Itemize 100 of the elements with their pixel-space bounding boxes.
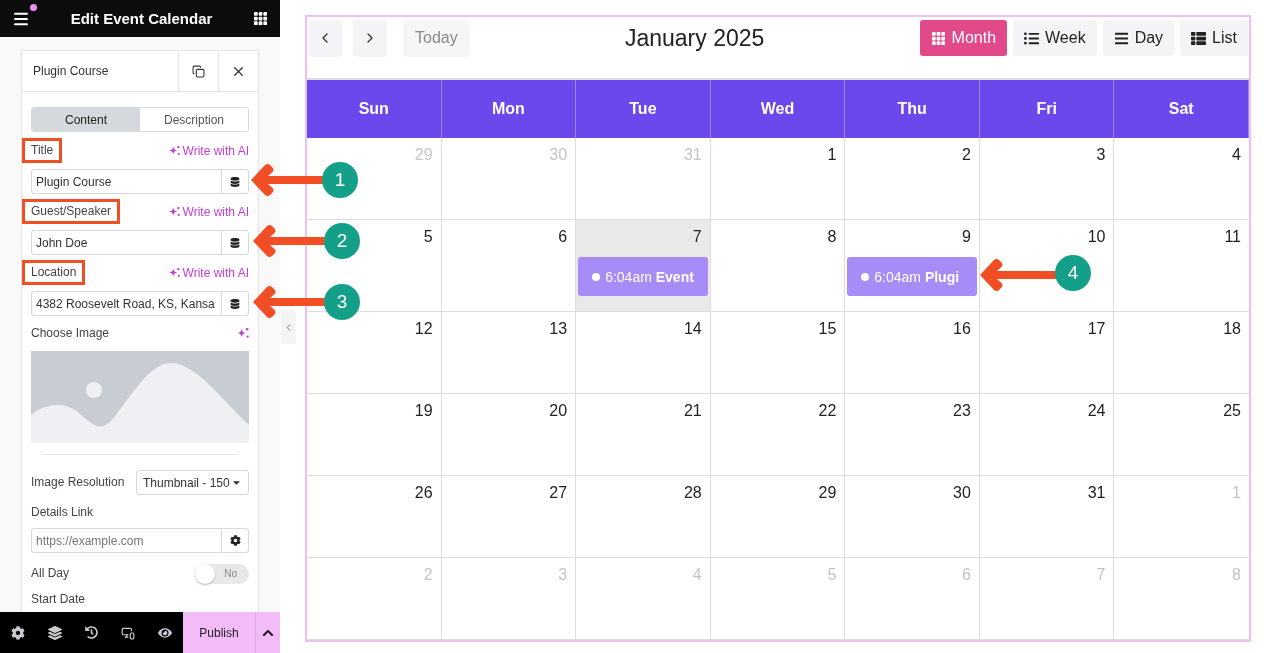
day-number: 7 [1095,565,1107,585]
weekday-header: Wed [710,80,846,138]
day-number: 3 [557,565,569,585]
field-label: All Day [31,565,69,582]
table-list-icon [1191,30,1207,46]
settings-icon[interactable] [11,625,26,640]
day-number: 15 [817,319,838,339]
view-button[interactable]: Day [1102,20,1175,56]
field-label: Choose Image [31,324,110,342]
grid-icon [930,30,946,46]
day-number: 1 [1231,483,1242,503]
day-number: 3 [1095,145,1107,165]
dot-icon [592,272,601,281]
weekday-header: Tue [576,80,711,138]
day-number: 31 [682,145,703,165]
day-number: 21 [682,401,703,421]
weekday-header: Sun [307,80,442,138]
write-with-ai-link[interactable]: Write with AI [168,143,249,158]
day-number: 29 [413,145,434,165]
text-input[interactable]: 4382 Roosevelt Road, KS, Kansa [31,291,221,316]
day-number: 4 [1231,145,1242,165]
sparkle-icon [168,145,180,156]
history-icon[interactable] [85,626,98,639]
day-number: 8 [1231,565,1242,585]
lines-icon [1113,30,1129,46]
view-button[interactable]: List [1180,20,1248,56]
day-number: 23 [952,401,972,421]
day-number: 30 [952,483,972,503]
day-number: 11 [1223,227,1242,247]
database-icon [230,298,240,309]
weekday-header: Sat [1114,80,1249,138]
month-title: January 2025 [624,24,765,52]
day-number: 6 [960,565,972,585]
dynamic-tags-button[interactable] [221,230,249,255]
item-title: Plugin Course [32,63,110,80]
day-number: 1 [826,145,838,165]
weekday-header: Fri [979,80,1115,138]
write-with-ai-link[interactable]: Write with AI [168,204,249,219]
day-number: 27 [548,483,569,503]
day-number: 5 [422,227,434,247]
apps-grid-icon[interactable] [253,11,268,26]
day-number: 19 [413,401,434,421]
write-with-ai-link[interactable]: Write with AI [168,265,249,280]
text-input[interactable]: John Doe [31,230,221,255]
day-number: 8 [826,227,838,247]
field-label: Start Date [31,591,86,608]
day-number: 30 [548,145,569,165]
day-number: 22 [817,401,838,421]
publish-button[interactable]: Publish [183,612,255,653]
dot-icon [861,272,870,281]
day-number: 29 [817,483,838,503]
dynamic-tags-button[interactable] [221,169,249,194]
day-number: 14 [682,319,703,339]
day-number: 7 [691,227,703,247]
day-number: 5 [826,565,838,585]
day-number: 2 [960,145,972,165]
eye-icon[interactable] [157,625,172,640]
day-number: 2 [422,565,434,585]
weekday-header: Mon [441,80,577,138]
database-icon [230,176,240,187]
view-button[interactable]: Week [1013,20,1097,56]
editor-title: Edit Event Calendar [69,10,214,27]
day-number: 12 [413,319,434,339]
sparkle-icon [168,267,180,278]
sparkle-icon [237,327,249,339]
day-number: 10 [1086,227,1107,247]
view-button[interactable]: Month [919,20,1008,56]
copy-icon [192,64,205,78]
day-number: 25 [1222,401,1242,421]
layers-icon[interactable] [47,625,62,640]
field-label: Location [22,260,86,285]
sparkle-icon [168,206,180,217]
day-number: 31 [1086,483,1107,503]
url-input[interactable]: https://example.com [31,528,221,553]
field-label: Guest/Speaker [22,199,121,224]
notification-dot-icon [30,3,37,11]
day-number: 6 [557,227,569,247]
day-number: 18 [1222,319,1242,339]
day-number: 13 [548,319,569,339]
gear-icon [229,535,241,546]
field-label: Image Resolution [31,474,125,491]
switch-knob [195,563,215,584]
day-number: 28 [682,483,703,503]
database-icon [230,237,240,248]
link-options-button[interactable] [221,528,249,553]
tab[interactable]: Content [32,108,140,131]
text-input[interactable]: Plugin Course [31,169,221,194]
field-label: Details Link [31,503,94,521]
field-label: Title [22,138,63,163]
devices-icon[interactable] [121,625,136,640]
day-number: 4 [691,565,703,585]
day-number: 20 [548,401,569,421]
day-number: 9 [960,227,972,247]
list-icon [1024,30,1040,46]
dynamic-tags-button[interactable] [221,291,249,316]
weekday-header: Thu [845,80,980,138]
day-number: 16 [952,319,972,339]
resolution-select[interactable]: Thumbnail - 150 [136,470,249,495]
more-options-button[interactable] [255,612,280,653]
day-number: 26 [413,483,434,503]
